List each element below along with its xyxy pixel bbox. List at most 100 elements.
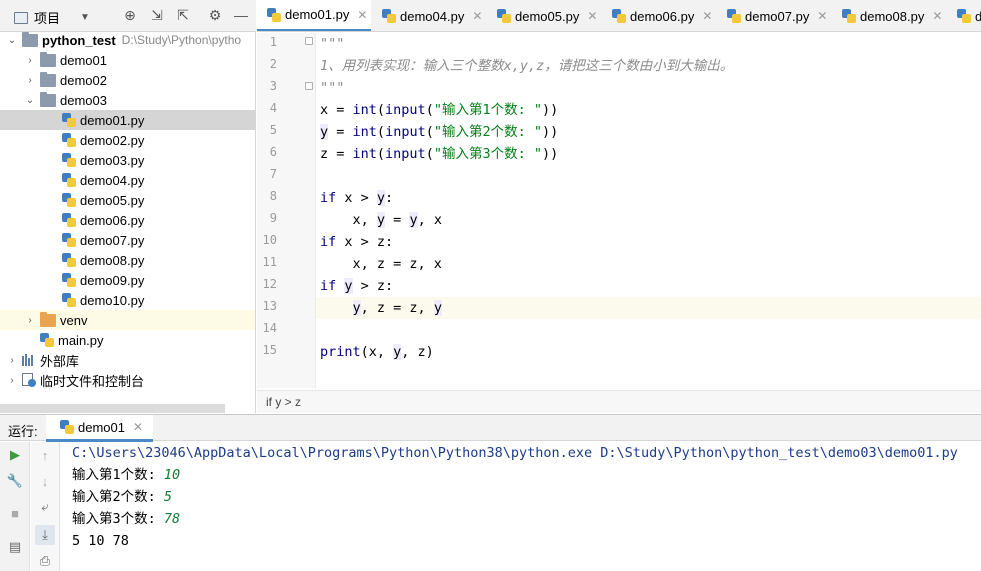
tree-file-demo07[interactable]: demo07.py [0,230,255,250]
code-editor[interactable]: 1 2 3 4 5 6 7 8 9 10 11 12 13 14 15 """ … [257,33,981,388]
tab-label: demo01.py [285,7,350,22]
collapse-all-icon[interactable]: ⇱ [175,7,191,23]
code-line-3[interactable]: """ [316,77,981,99]
folder-icon [22,31,38,47]
tree-file-demo02[interactable]: demo02.py [0,130,255,150]
run-icon[interactable]: ▶ [7,447,23,463]
tab-demo05[interactable]: demo05.py ✕ [487,0,601,31]
close-icon[interactable]: ✕ [702,9,712,23]
python-file-icon [842,9,856,23]
tree-folder-demo03[interactable]: ⌄ demo03 [0,90,255,110]
close-icon[interactable]: ✕ [357,8,367,22]
code-line-12[interactable]: if y > z: [316,275,981,297]
code-line-4[interactable]: x = int(input("输入第1个数: ")) [316,99,981,121]
arrow-down-icon[interactable]: ↓ [37,473,53,489]
tree-file-demo01[interactable]: demo01.py [0,110,255,130]
locate-icon[interactable]: ⊕ [122,7,138,23]
arrow-up-icon[interactable]: ↑ [37,447,53,463]
run-label: 运行: [8,424,38,439]
tree-file-demo04[interactable]: demo04.py [0,170,255,190]
tree-file-demo08[interactable]: demo08.py [0,250,255,270]
chevron-right-icon: › [28,74,32,86]
tree-external-libraries[interactable]: › 外部库 [0,350,255,370]
code-line-9[interactable]: x, y = y, x [316,209,981,231]
code-line-14[interactable] [316,319,981,341]
python-file-icon [957,9,971,23]
code-line-7[interactable] [316,165,981,187]
run-toolbar-secondary: ↑ ↓ ⤶ ⤓ ⎙ [31,442,60,571]
breadcrumb[interactable]: if y > z [257,390,981,413]
tree-file-demo06[interactable]: demo06.py [0,210,255,230]
layout-icon[interactable]: ▤ [7,539,23,555]
python-file-icon [60,420,74,434]
project-view-selector[interactable]: 项目 ▼ [14,8,90,27]
hide-icon[interactable]: — [233,7,249,23]
tree-file-demo05[interactable]: demo05.py [0,190,255,210]
python-file-icon [727,9,741,23]
scratch-console-icon [22,373,36,387]
code-line-11[interactable]: x, z = z, x [316,253,981,275]
tab-label: demo08.py [860,8,925,24]
file-label: demo04.py [80,172,145,188]
folder-label: venv [60,312,88,328]
horizontal-scrollbar[interactable] [0,404,225,413]
run-console[interactable]: C:\Users\23046\AppData\Local\Programs\Py… [61,442,981,571]
gear-icon[interactable]: ⚙ [207,7,223,23]
scroll-to-end-icon[interactable]: ⤓ [35,525,55,545]
tree-root[interactable]: ⌄ python_test D:\Study\Python\pytho [0,30,255,50]
folder-label: demo02 [60,72,107,88]
tree-folder-venv[interactable]: › venv [0,310,255,330]
close-icon[interactable]: ✕ [932,9,942,23]
tab-demo08[interactable]: demo08.py ✕ [832,0,946,31]
stop-icon[interactable]: ■ [7,505,23,521]
tree-file-demo03[interactable]: demo03.py [0,150,255,170]
line-gutter: 1 2 3 4 5 6 7 8 9 10 11 12 13 14 15 [257,33,315,388]
line-number: 11 [262,255,277,269]
code-line-15[interactable]: print(x, y, z) [316,341,981,363]
expand-all-icon[interactable]: ⇲ [149,7,165,23]
close-icon[interactable]: ✕ [472,9,482,23]
tab-demo07[interactable]: demo07.py ✕ [717,0,831,31]
fold-marker-icon[interactable] [305,37,313,45]
tab-overflow[interactable]: d [947,0,981,31]
code-line-2[interactable]: 1、用列表实现：输入三个整数x,y,z，请把这三个数由小到大输出。 [316,55,981,77]
tree-file-main[interactable]: main.py [0,330,255,350]
line-number: 7 [269,167,277,181]
tab-demo04[interactable]: demo04.py ✕ [372,0,486,31]
console-line-input3: 输入第3个数: 78 [72,511,181,527]
code-area[interactable]: """ 1、用列表实现：输入三个整数x,y,z，请把这三个数由小到大输出。 ""… [316,33,981,388]
console-result: 5 10 78 [72,533,129,549]
tree-label: 临时文件和控制台 [40,373,145,389]
tab-label: demo04.py [400,8,465,24]
fold-marker-icon[interactable] [305,82,313,90]
close-icon[interactable]: ✕ [817,9,827,23]
tab-demo01[interactable]: demo01.py ✕ [257,0,371,31]
chevron-right-icon: › [10,374,14,386]
code-line-10[interactable]: if x > z: [316,231,981,253]
code-line-8[interactable]: if x > y: [316,187,981,209]
file-label: demo05.py [80,192,145,208]
tab-demo06[interactable]: demo06.py ✕ [602,0,716,31]
code-line-6[interactable]: z = int(input("输入第3个数: ")) [316,143,981,165]
tree-file-demo09[interactable]: demo09.py [0,270,255,290]
tab-label: demo06.py [630,8,695,24]
root-path: D:\Study\Python\pytho [121,33,242,47]
close-icon[interactable]: ✕ [587,9,597,23]
tree-file-demo10[interactable]: demo10.py [0,290,255,310]
tree-folder-demo02[interactable]: › demo02 [0,70,255,90]
python-file-icon [62,253,76,267]
tree-folder-demo01[interactable]: › demo01 [0,50,255,70]
python-file-icon [62,153,76,167]
close-icon[interactable]: ✕ [133,420,143,434]
code-line-13[interactable]: y, z = z, y [316,297,981,319]
python-file-icon [62,293,76,307]
tree-scratches[interactable]: › 临时文件和控制台 [0,370,255,390]
code-line-1[interactable]: """ [316,33,981,55]
code-line-5[interactable]: y = int(input("输入第2个数: ")) [316,121,981,143]
tab-run-demo01[interactable]: demo01 ✕ [46,415,154,442]
python-file-icon [267,7,281,22]
wrench-icon[interactable]: 🔧 [7,473,23,489]
print-icon[interactable]: ⎙ [37,553,53,569]
soft-wrap-icon[interactable]: ⤶ [37,499,53,515]
ide-window: 项目 ▼ ⊕ ⇲ ⇱ ⚙ — ⌄ python_test D:\Study\Py… [0,0,981,571]
